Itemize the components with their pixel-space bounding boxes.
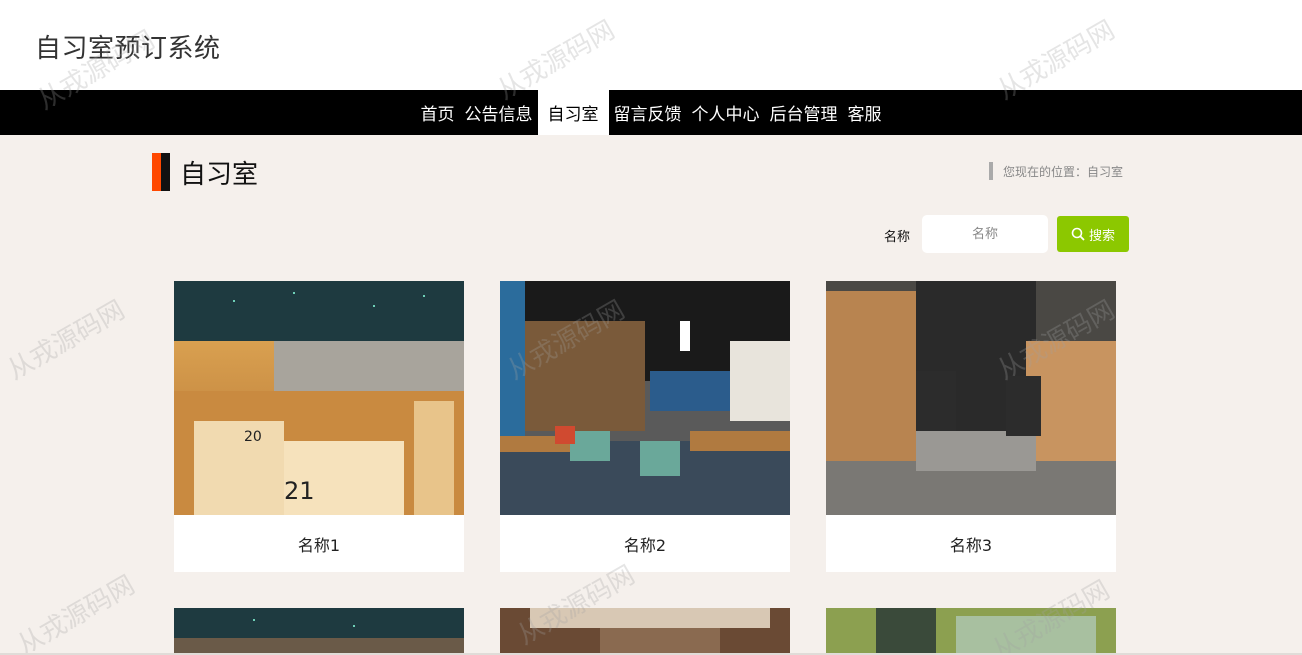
search-input[interactable] — [922, 215, 1048, 253]
nav-item-customer-service[interactable]: 客服 — [843, 90, 887, 135]
room-card[interactable] — [500, 608, 790, 655]
breadcrumb-text: 您现在的位置：自习室 — [1003, 164, 1124, 179]
room-image[interactable] — [500, 608, 790, 655]
svg-text:20: 20 — [244, 429, 262, 445]
room-card[interactable]: 20 21 名称1 — [174, 281, 464, 572]
site-header: 自习室预订系统 — [0, 0, 1302, 90]
nav-item-feedback[interactable]: 留言反馈 — [609, 90, 687, 135]
watermark: 从戎源码网 — [12, 570, 141, 655]
room-name: 名称2 — [623, 535, 667, 555]
room-card[interactable] — [174, 608, 464, 655]
search-label: 名称 — [884, 230, 911, 245]
search-icon — [1071, 227, 1085, 241]
nav-item-study-rooms[interactable]: 自习室 — [537, 90, 609, 135]
room-card[interactable] — [826, 608, 1116, 655]
room-image[interactable] — [826, 608, 1116, 655]
breadcrumb-marker — [989, 162, 993, 180]
main-nav: 首页 公告信息 自习室 留言反馈 个人中心 后台管理 客服 — [0, 90, 1302, 135]
room-image[interactable] — [174, 608, 464, 655]
room-card[interactable]: 名称3 — [826, 281, 1116, 572]
search-button-label: 搜索 — [1088, 228, 1115, 244]
search-button[interactable]: 搜索 — [1057, 216, 1129, 252]
room-card[interactable]: 名称2 — [500, 281, 790, 572]
room-image[interactable] — [826, 281, 1116, 515]
svg-text:21: 21 — [284, 477, 315, 505]
nav-item-personal-center[interactable]: 个人中心 — [687, 90, 765, 135]
nav-item-home[interactable]: 首页 — [416, 90, 460, 135]
section-header: 自习室 — [152, 153, 258, 191]
nav-item-admin[interactable]: 后台管理 — [765, 90, 843, 135]
site-title: 自习室预订系统 — [35, 34, 221, 64]
room-image[interactable]: 20 21 — [174, 281, 464, 515]
title-accent-bar — [152, 153, 170, 191]
watermark: 从戎源码网 — [2, 295, 131, 387]
room-name: 名称3 — [949, 535, 993, 555]
room-name: 名称1 — [297, 535, 341, 555]
nav-item-announcements[interactable]: 公告信息 — [460, 90, 538, 135]
page-title: 自习室 — [180, 159, 259, 190]
breadcrumb: 您现在的位置：自习室 — [989, 161, 1123, 181]
room-image[interactable] — [500, 281, 790, 515]
